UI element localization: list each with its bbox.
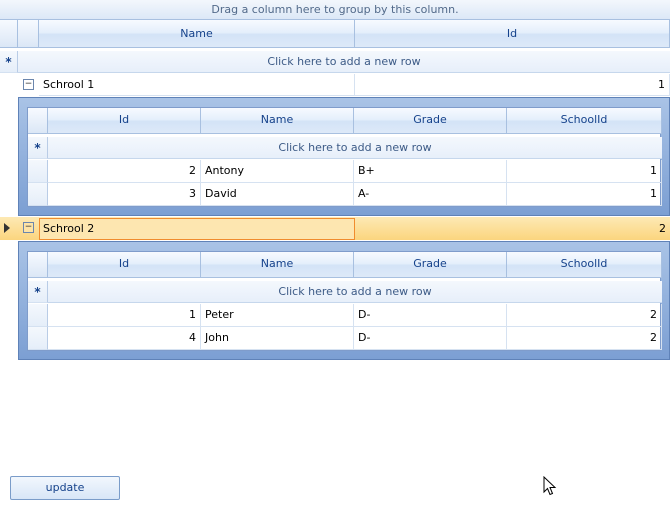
row-indicator xyxy=(0,74,18,96)
row-indicator xyxy=(28,304,48,327)
row-indicator xyxy=(28,183,48,206)
collapse-minus-icon[interactable]: − xyxy=(23,79,34,90)
detail-cell-id[interactable]: 4 xyxy=(48,327,201,350)
detail-cell-schoolid[interactable]: 2 xyxy=(507,327,662,350)
master-cell-name[interactable]: Schrool 1 xyxy=(39,74,355,96)
detail-cell-schoolid[interactable]: 1 xyxy=(507,183,662,206)
mouse-pointer-icon xyxy=(543,476,557,496)
row-indicator xyxy=(0,217,18,240)
detail-add-new-row[interactable]: Click here to add a new row xyxy=(48,281,662,303)
detail-column-header-id[interactable]: Id xyxy=(48,108,201,134)
detail-cell-grade[interactable]: A- xyxy=(354,183,507,206)
asterisk-icon: * xyxy=(0,51,18,73)
detail-cell-grade[interactable]: B+ xyxy=(354,160,507,183)
asterisk-icon: * xyxy=(28,281,48,303)
detail-column-header-schoolid[interactable]: SchoolId xyxy=(507,252,662,278)
expander-cell: − xyxy=(18,74,39,96)
detail-header-indicator xyxy=(28,252,48,278)
master-cell-id[interactable]: 1 xyxy=(355,74,670,96)
detail-column-header-schoolid[interactable]: SchoolId xyxy=(507,108,662,134)
header-expander-cell xyxy=(18,20,39,48)
detail-panel: Id Name Grade SchoolId * Click here to a… xyxy=(18,97,670,216)
master-cell-name[interactable]: Schrool 2 xyxy=(39,218,355,240)
column-header-id[interactable]: Id xyxy=(355,20,670,48)
detail-column-header-id[interactable]: Id xyxy=(48,252,201,278)
detail-cell-name[interactable]: John xyxy=(201,327,354,350)
master-cell-id[interactable]: 2 xyxy=(355,217,670,240)
update-button[interactable]: update xyxy=(10,476,120,500)
detail-cell-grade[interactable]: D- xyxy=(354,304,507,327)
detail-cell-name[interactable]: David xyxy=(201,183,354,206)
header-indicator-cell xyxy=(0,20,18,48)
detail-cell-grade[interactable]: D- xyxy=(354,327,507,350)
row-indicator xyxy=(28,327,48,350)
detail-header-indicator xyxy=(28,108,48,134)
arrow-right-icon xyxy=(4,223,10,233)
detail-cell-id[interactable]: 2 xyxy=(48,160,201,183)
detail-add-new-row[interactable]: Click here to add a new row xyxy=(48,137,662,159)
asterisk-icon: * xyxy=(28,137,48,159)
row-indicator xyxy=(28,160,48,183)
detail-grid: Id Name Grade SchoolId * Click here to a… xyxy=(27,251,662,351)
detail-cell-id[interactable]: 1 xyxy=(48,304,201,327)
detail-cell-name[interactable]: Peter xyxy=(201,304,354,327)
detail-panel: Id Name Grade SchoolId * Click here to a… xyxy=(18,241,670,360)
detail-cell-schoolid[interactable]: 1 xyxy=(507,160,662,183)
column-header-name[interactable]: Name xyxy=(39,20,355,48)
detail-cell-name[interactable]: Antony xyxy=(201,160,354,183)
detail-grid: Id Name Grade SchoolId * Click here to a… xyxy=(27,107,662,207)
expander-cell: − xyxy=(18,217,39,240)
collapse-minus-icon[interactable]: − xyxy=(23,222,34,233)
detail-column-header-grade[interactable]: Grade xyxy=(354,252,507,278)
detail-cell-schoolid[interactable]: 2 xyxy=(507,304,662,327)
group-by-panel[interactable]: Drag a column here to group by this colu… xyxy=(0,0,670,20)
detail-column-header-grade[interactable]: Grade xyxy=(354,108,507,134)
detail-column-header-name[interactable]: Name xyxy=(201,108,354,134)
detail-column-header-name[interactable]: Name xyxy=(201,252,354,278)
master-add-new-row[interactable]: Click here to add a new row xyxy=(18,51,670,73)
detail-cell-id[interactable]: 3 xyxy=(48,183,201,206)
